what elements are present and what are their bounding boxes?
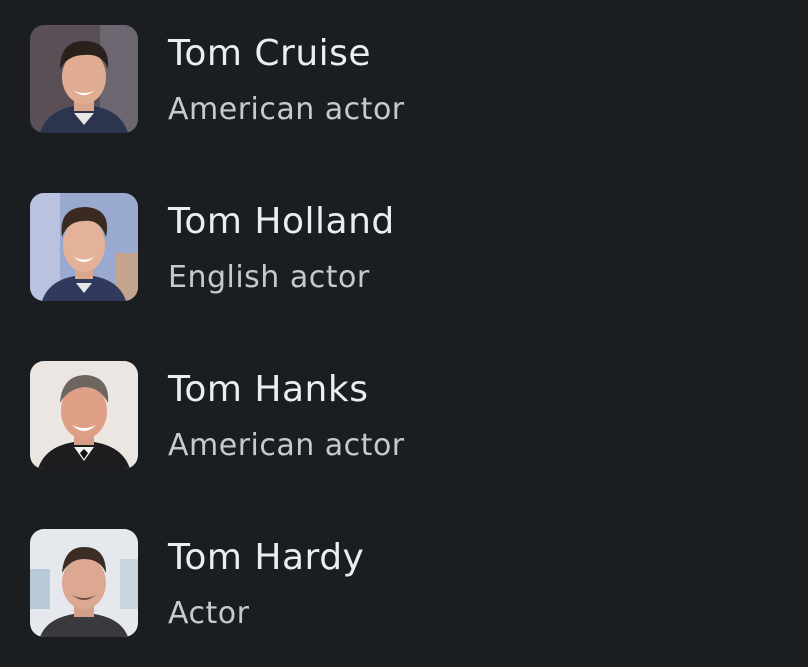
result-item-tom-cruise[interactable]: Tom Cruise American actor: [0, 0, 808, 168]
result-description: American actor: [168, 92, 405, 127]
search-results-list: Tom Cruise American actor Tom Holland En…: [0, 0, 808, 667]
result-name: Tom Hanks: [168, 369, 369, 410]
person-photo-icon: [30, 361, 138, 469]
result-item-tom-hanks[interactable]: Tom Hanks American actor: [0, 336, 808, 504]
result-description: Actor: [168, 596, 250, 631]
person-photo-icon: [30, 529, 138, 637]
result-description: American actor: [168, 428, 405, 463]
result-name: Tom Cruise: [168, 33, 372, 74]
result-item-tom-hardy[interactable]: Tom Hardy Actor: [0, 504, 808, 667]
person-photo-icon: [30, 193, 138, 301]
result-description: English actor: [168, 260, 370, 295]
result-name: Tom Holland: [168, 201, 395, 242]
result-name: Tom Hardy: [168, 537, 365, 578]
person-photo-icon: [30, 25, 138, 133]
result-item-tom-holland[interactable]: Tom Holland English actor: [0, 168, 808, 336]
